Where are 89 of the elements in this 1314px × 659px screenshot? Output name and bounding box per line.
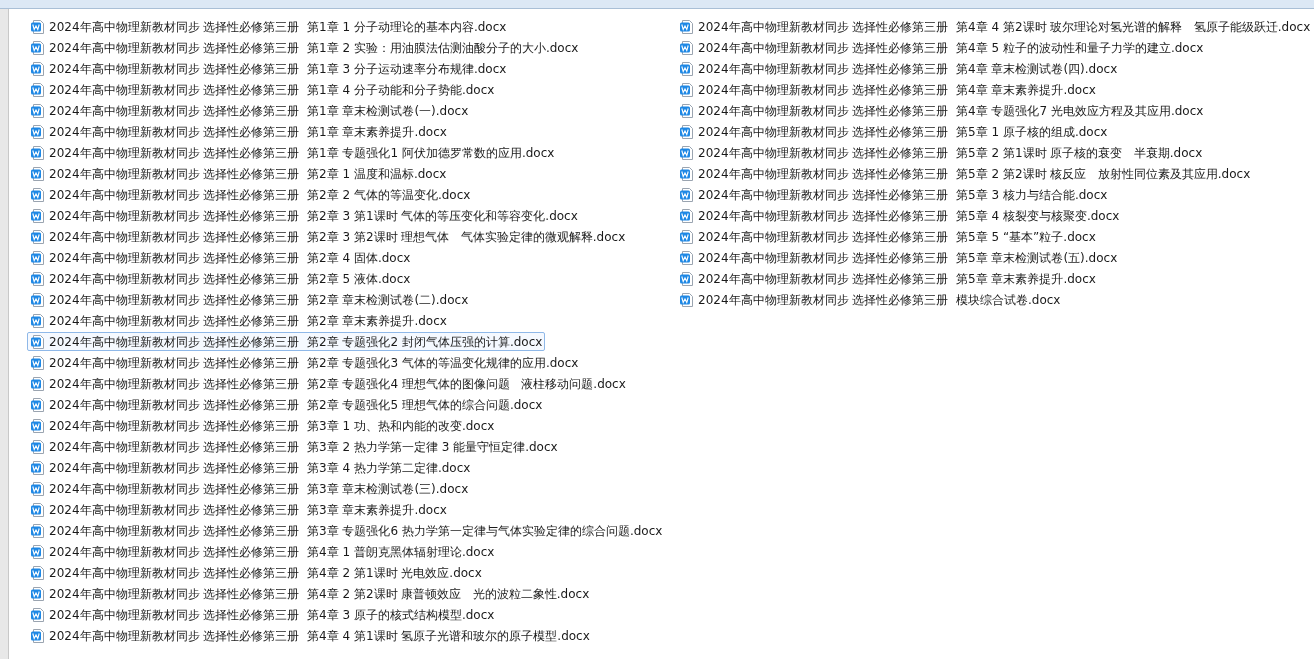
file-item[interactable]: 2024年高中物理新教材同步 选择性必修第三册 第5章 章末素养提升.docx	[676, 269, 1099, 288]
document-icon	[30, 312, 46, 329]
file-item[interactable]: 2024年高中物理新教材同步 选择性必修第三册 第2章 章末素养提升.docx	[27, 311, 450, 330]
document-icon	[30, 354, 46, 371]
file-item[interactable]: 2024年高中物理新教材同步 选择性必修第三册 第1章 专题强化1 阿伏加德罗常数的应用.docx	[27, 143, 558, 162]
document-icon	[30, 375, 46, 392]
document-icon	[30, 501, 46, 518]
document-icon	[30, 606, 46, 623]
file-item[interactable]: 2024年高中物理新教材同步 选择性必修第三册 模块综合试卷.docx	[676, 290, 1064, 309]
document-icon	[30, 543, 46, 560]
file-item[interactable]: 2024年高中物理新教材同步 选择性必修第三册 第5章 章末检测试卷(五).docx	[676, 248, 1121, 267]
file-item[interactable]: 2024年高中物理新教材同步 选择性必修第三册 第2章 专题强化4 理想气体的图像问题 液柱移动问题.docx	[27, 374, 629, 393]
file-item[interactable]: 2024年高中物理新教材同步 选择性必修第三册 第2章 3 第1课时 气体的等压变化和等容变化.docx	[27, 206, 581, 225]
file-item[interactable]: 2024年高中物理新教材同步 选择性必修第三册 第5章 4 核裂变与核聚变.docx	[676, 206, 1123, 225]
document-icon	[679, 123, 695, 140]
file-item[interactable]: 2024年高中物理新教材同步 选择性必修第三册 第4章 章末检测试卷(四).docx	[676, 59, 1121, 78]
document-icon	[679, 228, 695, 245]
document-icon	[30, 207, 46, 224]
document-icon	[679, 60, 695, 77]
file-item[interactable]: 2024年高中物理新教材同步 选择性必修第三册 第2章 2 气体的等温变化.docx	[27, 185, 474, 204]
file-item[interactable]: 2024年高中物理新教材同步 选择性必修第三册 第2章 章末检测试卷(二).docx	[27, 290, 472, 309]
file-item[interactable]: 2024年高中物理新教材同步 选择性必修第三册 第3章 专题强化6 热力学第一定律与气体实验定律的综合问题.docx	[27, 521, 666, 540]
document-icon	[30, 144, 46, 161]
file-item[interactable]: 2024年高中物理新教材同步 选择性必修第三册 第1章 章末检测试卷(一).docx	[27, 101, 472, 120]
file-item[interactable]: 2024年高中物理新教材同步 选择性必修第三册 第4章 4 第1课时 氢原子光谱和玻尔的原子模型.docx	[27, 626, 593, 645]
document-icon	[679, 249, 695, 266]
document-icon	[679, 291, 695, 308]
document-icon	[30, 270, 46, 287]
file-item[interactable]: 2024年高中物理新教材同步 选择性必修第三册 第5章 2 第1课时 原子核的衰变 半衰期.docx	[676, 143, 1206, 162]
file-item[interactable]: 2024年高中物理新教材同步 选择性必修第三册 第5章 5 “基本”粒子.docx	[676, 227, 1099, 246]
file-item[interactable]: 2024年高中物理新教材同步 选择性必修第三册 第4章 章末素养提升.docx	[676, 80, 1099, 99]
document-icon	[679, 102, 695, 119]
document-icon	[679, 186, 695, 203]
file-item[interactable]: 2024年高中物理新教材同步 选择性必修第三册 第2章 3 第2课时 理想气体 气体实验定律的微观解释.docx	[27, 227, 629, 246]
file-item[interactable]: 2024年高中物理新教材同步 选择性必修第三册 第4章 2 第1课时 光电效应.docx	[27, 563, 485, 582]
file-item[interactable]: 2024年高中物理新教材同步 选择性必修第三册 第2章 专题强化2 封闭气体压强的计算.docx	[27, 332, 546, 351]
document-icon	[30, 81, 46, 98]
file-item[interactable]: 2024年高中物理新教材同步 选择性必修第三册 第3章 章末素养提升.docx	[27, 500, 450, 519]
file-item[interactable]: 2024年高中物理新教材同步 选择性必修第三册 第4章 5 粒子的波动性和量子力学的建立.docx	[676, 38, 1207, 57]
file-item[interactable]: 2024年高中物理新教材同步 选择性必修第三册 第1章 2 实验：用油膜法估测油酸分子的大小.docx	[27, 38, 582, 57]
file-item[interactable]: 2024年高中物理新教材同步 选择性必修第三册 第3章 章末检测试卷(三).docx	[27, 479, 472, 498]
file-item[interactable]: 2024年高中物理新教材同步 选择性必修第三册 第3章 2 热力学第一定律 3 能量守恒定律.docx	[27, 437, 561, 456]
document-icon	[30, 438, 46, 455]
document-icon	[30, 627, 46, 644]
file-item[interactable]: 2024年高中物理新教材同步 选择性必修第三册 第5章 1 原子核的组成.docx	[676, 122, 1111, 141]
document-icon	[30, 228, 46, 245]
document-icon	[30, 333, 46, 350]
file-item[interactable]: 2024年高中物理新教材同步 选择性必修第三册 第1章 1 分子动理论的基本内容.docx	[27, 17, 510, 36]
document-icon	[679, 207, 695, 224]
document-icon	[30, 459, 46, 476]
document-icon	[30, 249, 46, 266]
document-icon	[30, 39, 46, 56]
scrollbar[interactable]	[0, 9, 9, 659]
document-icon	[30, 522, 46, 539]
document-icon	[679, 144, 695, 161]
file-item[interactable]: 2024年高中物理新教材同步 选择性必修第三册 第5章 2 第2课时 核反应 放射性同位素及其应用.docx	[676, 164, 1254, 183]
file-item[interactable]: 2024年高中物理新教材同步 选择性必修第三册 第4章 2 第2课时 康普顿效应 光的波粒二象性.docx	[27, 584, 593, 603]
file-item[interactable]: 2024年高中物理新教材同步 选择性必修第三册 第2章 1 温度和温标.docx	[27, 164, 450, 183]
document-icon	[30, 165, 46, 182]
document-icon	[30, 564, 46, 581]
file-item[interactable]: 2024年高中物理新教材同步 选择性必修第三册 第4章 3 原子的核式结构模型.docx	[27, 605, 498, 624]
document-icon	[679, 18, 695, 35]
file-item[interactable]: 2024年高中物理新教材同步 选择性必修第三册 第3章 1 功、热和内能的改变.docx	[27, 416, 498, 435]
file-item[interactable]: 2024年高中物理新教材同步 选择性必修第三册 第3章 4 热力学第二定律.docx	[27, 458, 474, 477]
file-item[interactable]: 2024年高中物理新教材同步 选择性必修第三册 第5章 3 核力与结合能.docx	[676, 185, 1111, 204]
file-item[interactable]: 2024年高中物理新教材同步 选择性必修第三册 第2章 专题强化3 气体的等温变化规律的应用.docx	[27, 353, 582, 372]
file-item[interactable]: 2024年高中物理新教材同步 选择性必修第三册 第2章 专题强化5 理想气体的综合问题.docx	[27, 395, 546, 414]
document-icon	[679, 81, 695, 98]
file-item[interactable]: 2024年高中物理新教材同步 选择性必修第三册 第4章 1 普朗克黑体辐射理论.docx	[27, 542, 498, 561]
document-icon	[30, 60, 46, 77]
file-item[interactable]: 2024年高中物理新教材同步 选择性必修第三册 第4章 专题强化7 光电效应方程及其应用.docx	[676, 101, 1207, 120]
document-icon	[30, 123, 46, 140]
file-item[interactable]: 2024年高中物理新教材同步 选择性必修第三册 第1章 章末素养提升.docx	[27, 122, 450, 141]
document-icon	[679, 270, 695, 287]
file-item[interactable]: 2024年高中物理新教材同步 选择性必修第三册 第4章 4 第2课时 玻尔理论对氢光谱的解释 氢原子能级跃迁.docx	[676, 17, 1314, 36]
document-icon	[30, 186, 46, 203]
file-item[interactable]: 2024年高中物理新教材同步 选择性必修第三册 第1章 3 分子运动速率分布规律.docx	[27, 59, 510, 78]
file-item[interactable]: 2024年高中物理新教材同步 选择性必修第三册 第1章 4 分子动能和分子势能.docx	[27, 80, 498, 99]
file-item[interactable]: 2024年高中物理新教材同步 选择性必修第三册 第2章 4 固体.docx	[27, 248, 414, 267]
document-icon	[30, 480, 46, 497]
document-icon	[30, 102, 46, 119]
document-icon	[30, 18, 46, 35]
document-icon	[30, 396, 46, 413]
document-icon	[30, 291, 46, 308]
file-item[interactable]: 2024年高中物理新教材同步 选择性必修第三册 第2章 5 液体.docx	[27, 269, 414, 288]
document-icon	[679, 39, 695, 56]
document-icon	[679, 165, 695, 182]
document-icon	[30, 585, 46, 602]
document-icon	[30, 417, 46, 434]
